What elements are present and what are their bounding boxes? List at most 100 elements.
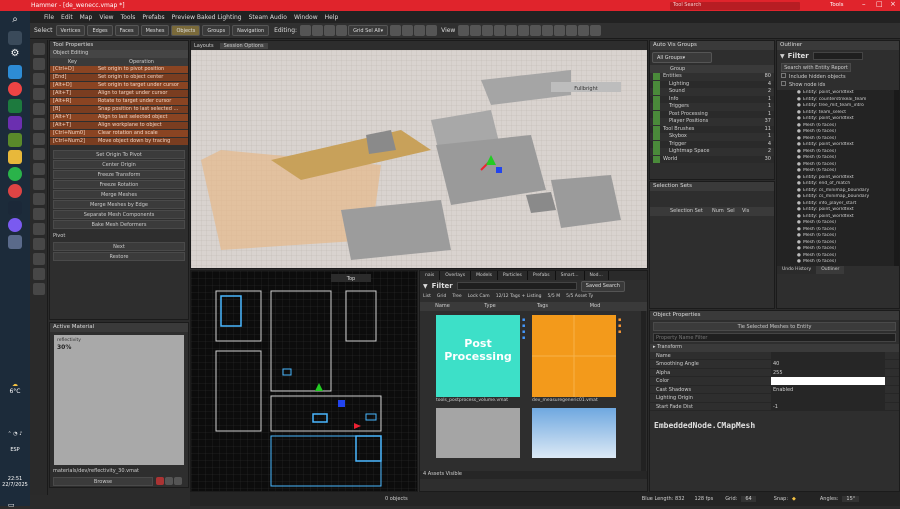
nav-tool-icon[interactable] — [32, 283, 45, 295]
steam-icon[interactable] — [8, 201, 22, 215]
operation-button[interactable]: Freeze Transform — [53, 170, 185, 179]
vis-checkbox[interactable] — [653, 125, 660, 133]
asset-option[interactable]: 12/12 Tags + Listing — [496, 292, 542, 302]
toolbar-icon-d[interactable] — [426, 25, 438, 36]
settings-icon[interactable]: ⚙ — [8, 48, 22, 62]
view-icon-4[interactable] — [494, 25, 506, 36]
mode-navigation-button[interactable]: Navigation — [232, 25, 270, 36]
view-icon-6[interactable] — [518, 25, 530, 36]
browse-material-button[interactable]: Browse — [53, 476, 153, 486]
material-icon-1[interactable] — [156, 477, 164, 485]
property-row[interactable]: Name — [650, 351, 899, 360]
mode-meshes-button[interactable]: Meshes — [140, 25, 170, 36]
asset-tab[interactable]: Overlays — [440, 271, 472, 280]
asset-option[interactable]: 5/5 Asset Ty — [566, 292, 593, 302]
viewport-3d[interactable]: Layouts Session Options Fullbright — [190, 40, 648, 269]
vis-checkbox[interactable] — [653, 73, 660, 80]
editing-tool-icon-4[interactable] — [336, 25, 348, 36]
editing-tool-icon-3[interactable] — [324, 25, 336, 36]
editing-tool-icon-2[interactable] — [312, 25, 324, 36]
restore-button[interactable]: Restore — [53, 251, 185, 261]
transform-section[interactable]: ▸ Transform — [650, 344, 899, 352]
vis-group-row[interactable]: Tool Brushes 11 — [650, 125, 774, 133]
editing-dropdown[interactable]: Grid Sel All ▾ — [348, 25, 389, 36]
menu-help[interactable]: Help — [325, 14, 339, 21]
asset-option[interactable]: Tree — [452, 292, 461, 302]
property-value[interactable] — [771, 377, 885, 385]
operation-button[interactable]: Merge Meshes by Edge — [53, 200, 185, 209]
shortcut-row[interactable]: [Ctrl+Num0] Clear rotation and scale — [50, 129, 188, 137]
shortcut-row[interactable]: [Alt+D] Set origin to target under cursor — [50, 81, 188, 89]
vis-group-row[interactable]: Trigger 4 — [650, 140, 774, 148]
property-filter-input[interactable]: Property Name Filter — [653, 333, 896, 342]
asset-option[interactable]: 5/5 M — [548, 292, 561, 302]
gizmo-z[interactable] — [496, 167, 502, 173]
tab-undo-history[interactable]: Undo History — [777, 266, 817, 274]
vis-checkbox[interactable] — [653, 95, 660, 103]
view-icon-10[interactable] — [566, 25, 578, 36]
search-icon[interactable]: ⌕ — [8, 14, 22, 28]
view-icon-12[interactable] — [590, 25, 602, 36]
terrain-tool-icon[interactable] — [32, 268, 45, 280]
vis-checkbox[interactable] — [653, 140, 660, 148]
asset-post-processing[interactable]: Post Processing — [436, 315, 520, 397]
notifications-icon[interactable]: ▭ — [8, 501, 15, 509]
view-icon-9[interactable] — [554, 25, 566, 36]
rotate-tool-icon[interactable] — [32, 73, 45, 85]
pivot-tool-icon[interactable] — [32, 103, 45, 115]
outliner-filter-icon[interactable]: ▼ — [780, 53, 785, 60]
mode-vertices-button[interactable]: Vertices — [55, 25, 86, 36]
material-icon-3[interactable] — [174, 477, 182, 485]
layouts-tab[interactable]: Layouts — [194, 43, 214, 49]
material-preview[interactable]: reflectivity 30% — [54, 335, 184, 465]
vis-checkbox[interactable] — [653, 88, 660, 95]
operation-button[interactable]: Freeze Rotation — [53, 180, 185, 189]
render-mode-label[interactable]: Fullbright — [574, 86, 598, 92]
grid-dropdown[interactable]: 64 — [741, 496, 756, 502]
operation-button[interactable]: Merge Meshes — [53, 190, 185, 199]
paint-tool-icon[interactable] — [32, 238, 45, 250]
property-value[interactable]: 255 — [771, 368, 885, 376]
2d-gizmo-z[interactable] — [338, 400, 345, 407]
saved-search-button[interactable]: Saved Search — [580, 280, 625, 292]
excel-icon[interactable] — [8, 99, 22, 113]
operation-button[interactable]: Center Origin — [53, 160, 185, 169]
whatsapp-icon[interactable] — [8, 167, 22, 181]
vis-checkbox[interactable] — [653, 103, 660, 110]
minecraft-icon[interactable] — [8, 133, 22, 147]
tab-outliner[interactable]: Outliner — [816, 266, 845, 274]
discord-icon[interactable] — [8, 218, 22, 232]
view-icon-11[interactable] — [578, 25, 590, 36]
property-value[interactable]: 40 — [771, 360, 885, 368]
view-icon-3[interactable] — [482, 25, 494, 36]
operation-button[interactable]: Bake Mesh Deformers — [53, 220, 185, 229]
asset-tab[interactable]: Models — [471, 271, 498, 280]
view-icon-2[interactable] — [470, 25, 482, 36]
property-value[interactable]: Enabled — [771, 385, 885, 393]
asset-grey[interactable] — [436, 408, 520, 458]
asset-option[interactable]: List — [423, 292, 431, 302]
asset-tab[interactable]: Particles — [498, 271, 528, 280]
search-entity-report-button[interactable]: Search with Entity Report — [781, 63, 851, 72]
vis-group-row[interactable]: Player Positions 37 — [650, 118, 774, 126]
entity-tool-icon[interactable] — [32, 148, 45, 160]
vis-checkbox[interactable] — [653, 133, 660, 140]
viewport-2d-top[interactable]: Top — [190, 270, 418, 492]
chrome-2-icon[interactable] — [8, 184, 22, 198]
2d-view-mode[interactable]: Top — [346, 276, 355, 282]
chrome-icon[interactable] — [8, 82, 22, 96]
toolbar-icon-c[interactable] — [414, 25, 426, 36]
vis-checkbox[interactable] — [653, 148, 660, 155]
outliner-item[interactable]: ● Mesh (6 faces) — [777, 259, 899, 266]
asset-tab[interactable]: Prefabs — [528, 271, 556, 280]
view-icon-1[interactable] — [458, 25, 470, 36]
cut-tool-icon[interactable] — [32, 208, 45, 220]
move-tool-icon[interactable] — [32, 58, 45, 70]
menu-view[interactable]: View — [99, 14, 113, 21]
menu-map[interactable]: Map — [80, 14, 93, 21]
tie-meshes-button[interactable]: Tie Selected Meshes to Entity — [653, 322, 896, 331]
view-icon-7[interactable] — [530, 25, 542, 36]
clip-tool-icon[interactable] — [32, 163, 45, 175]
asset-option[interactable]: Grid — [437, 292, 446, 302]
vis-group-row[interactable]: Lighting 4 — [650, 80, 774, 88]
